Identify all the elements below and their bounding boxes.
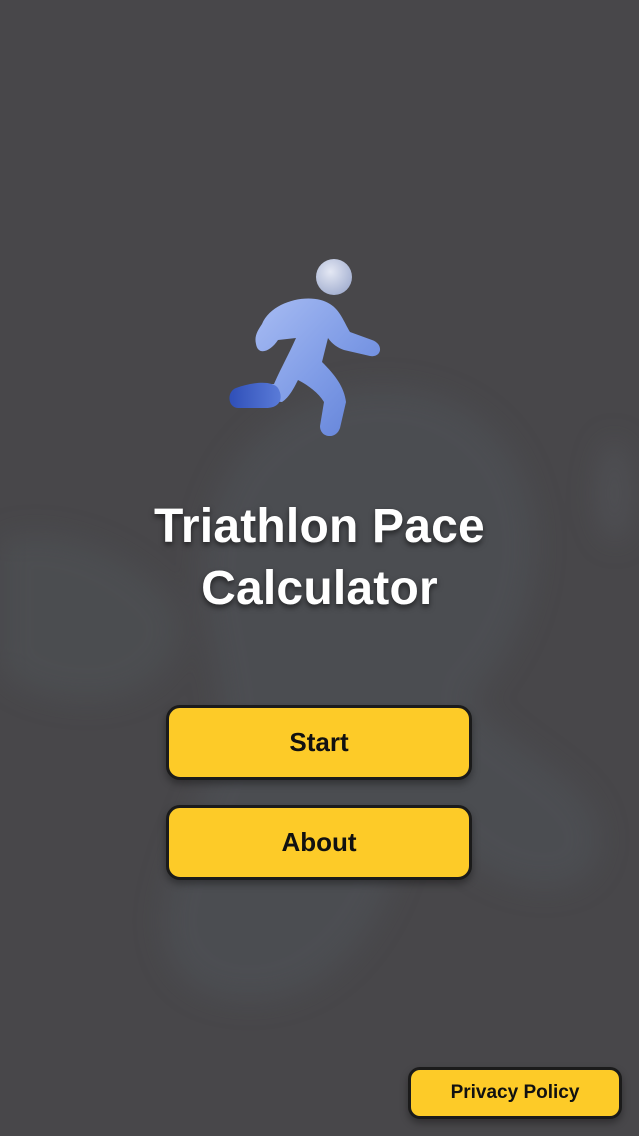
app-title-line2: Calculator — [201, 562, 438, 615]
runner-icon — [229, 259, 381, 437]
about-button[interactable]: About — [166, 805, 472, 880]
privacy-policy-button[interactable]: Privacy Policy — [408, 1067, 622, 1119]
app-title: Triathlon Pace Calculator — [0, 496, 639, 620]
start-button[interactable]: Start — [166, 705, 472, 780]
app-title-line1: Triathlon Pace — [154, 500, 485, 553]
home-screen: Triathlon Pace Calculator Start About Pr… — [0, 0, 639, 1136]
